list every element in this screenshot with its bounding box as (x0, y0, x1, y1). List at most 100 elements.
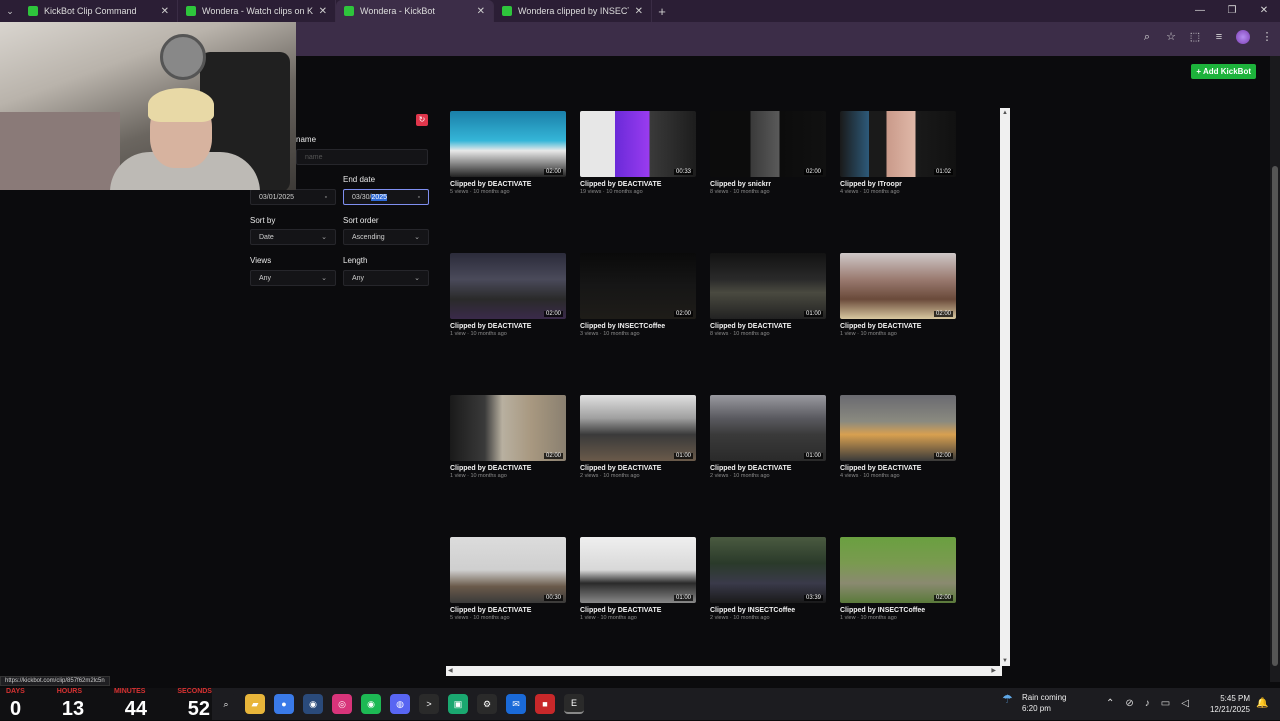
clip-title[interactable]: Clipped by DEACTIVATE (840, 323, 956, 330)
scroll-down-icon[interactable]: ▼ (1002, 658, 1008, 664)
clip-card[interactable]: 02:00 Clipped by DEACTIVATE 1 view · 10 mo… (450, 395, 566, 479)
clip-card[interactable]: 03:39 Clipped by INSECTCoffee 2 views · 10… (710, 537, 826, 621)
scroll-up-icon[interactable]: ▲ (1002, 110, 1008, 116)
extensions-icon[interactable]: ⬚ (1188, 30, 1202, 44)
file-explorer-icon[interactable]: ▰ (245, 694, 265, 714)
clip-thumbnail[interactable]: 00:33 (580, 111, 696, 177)
clip-title[interactable]: Clipped by DEACTIVATE (450, 181, 566, 188)
clip-thumbnail[interactable]: 01:00 (580, 395, 696, 461)
search-icon[interactable]: ⌕ (216, 694, 236, 714)
tab-wondera-kickbot[interactable]: Wondera - KickBot ✕ (336, 0, 494, 22)
clip-card[interactable]: 02:00 Clipped by snickrr 8 views · 10 mont… (710, 111, 826, 195)
spotify-icon[interactable]: ◉ (361, 694, 381, 714)
sort-by-select[interactable]: Date ⌄ (250, 229, 336, 245)
end-date-input[interactable]: 03/30/2025 ▫ (343, 189, 429, 205)
clip-title[interactable]: Clipped by DEACTIVATE (580, 181, 696, 188)
media-icon[interactable]: ≡ (1212, 30, 1226, 44)
clip-title[interactable]: Clipped by DEACTIVATE (840, 465, 956, 472)
chevron-up-icon[interactable]: ⌃ (1106, 698, 1114, 709)
clips-vertical-scrollbar[interactable]: ▲ ▼ (1000, 108, 1010, 666)
clip-card[interactable]: 01:00 Clipped by DEACTIVATE 2 views · 10 m… (580, 395, 696, 479)
clip-title[interactable]: Clipped by DEACTIVATE (580, 607, 696, 614)
clip-card[interactable]: 01:02 Clipped by ITroopr 4 views · 10 mont… (840, 111, 956, 195)
zoom-icon[interactable]: ⌕ (1140, 30, 1154, 44)
clip-title[interactable]: Clipped by DEACTIVATE (450, 465, 566, 472)
instagram-icon[interactable]: ◎ (332, 694, 352, 714)
start-date-input[interactable]: 03/01/2025 ▫ (250, 189, 336, 205)
clip-card[interactable]: 01:00 Clipped by DEACTIVATE 2 views · 10 m… (710, 395, 826, 479)
clip-thumbnail[interactable]: 02:00 (580, 253, 696, 319)
clip-thumbnail[interactable]: 02:00 (450, 111, 566, 177)
clip-thumbnail[interactable]: 02:00 (840, 253, 956, 319)
volume-icon[interactable]: ◁ (1181, 698, 1189, 709)
tab-kickbot-clip-command[interactable]: KickBot Clip Command ✕ (20, 0, 178, 22)
length-select[interactable]: Any ⌄ (343, 270, 429, 286)
menu-icon[interactable]: ⋮ (1260, 30, 1274, 44)
notification-bell-icon[interactable]: 🔔 (1256, 698, 1268, 709)
close-tab-icon[interactable]: ✕ (319, 6, 327, 17)
clip-thumbnail[interactable]: 02:00 (710, 111, 826, 177)
clip-card[interactable]: 00:33 Clipped by DEACTIVATE 19 views · 10 … (580, 111, 696, 195)
clip-thumbnail[interactable]: 02:00 (840, 395, 956, 461)
chrome-icon[interactable]: ● (274, 694, 294, 714)
clip-card[interactable]: 00:30 Clipped by DEACTIVATE 5 views · 10 m… (450, 537, 566, 621)
weather-widget[interactable]: ☂ Rain coming 6:20 pm (1002, 692, 1066, 714)
mic-icon[interactable]: ♪ (1145, 698, 1150, 709)
clip-thumbnail[interactable]: 00:30 (450, 537, 566, 603)
tab-wondera-clipped[interactable]: Wondera clipped by INSECTCoffee ✕ (494, 0, 652, 22)
clip-thumbnail[interactable]: 01:02 (840, 111, 956, 177)
clip-card[interactable]: 01:00 Clipped by DEACTIVATE 1 view · 10 mo… (580, 537, 696, 621)
minimize-button[interactable]: — (1184, 0, 1216, 22)
clip-thumbnail[interactable]: 01:00 (580, 537, 696, 603)
maximize-button[interactable]: ❐ (1216, 0, 1248, 22)
close-tab-icon[interactable]: ✕ (635, 6, 643, 17)
clip-title[interactable]: Clipped by DEACTIVATE (710, 323, 826, 330)
profile-icon[interactable] (1236, 30, 1250, 44)
clip-title[interactable]: Clipped by snickrr (710, 181, 826, 188)
clip-card[interactable]: 02:00 Clipped by INSECTCoffee 3 views · 10… (580, 253, 696, 337)
refresh-icon[interactable]: ↻ (416, 114, 428, 126)
star-icon[interactable]: ☆ (1164, 30, 1178, 44)
clip-title[interactable]: Clipped by DEACTIVATE (450, 323, 566, 330)
add-kickbot-button[interactable]: + Add KickBot (1191, 64, 1256, 79)
clip-title[interactable]: Clipped by DEACTIVATE (710, 465, 826, 472)
terminal-icon[interactable]: > (419, 694, 439, 714)
settings-icon[interactable]: ⚙ (477, 694, 497, 714)
clip-card[interactable]: 02:00 Clipped by DEACTIVATE 4 views · 10 m… (840, 395, 956, 479)
discord-icon[interactable]: ◍ (390, 694, 410, 714)
app-green-icon[interactable]: ▣ (448, 694, 468, 714)
clip-card[interactable]: 02:00 Clipped by DEACTIVATE 1 view · 10 mo… (840, 253, 956, 337)
steam-icon[interactable]: ◉ (303, 694, 323, 714)
tab-search-icon[interactable]: ⌄ (0, 0, 20, 22)
close-tab-icon[interactable]: ✕ (161, 6, 169, 17)
views-select[interactable]: Any ⌄ (250, 270, 336, 286)
clip-thumbnail[interactable]: 03:39 (710, 537, 826, 603)
clip-thumbnail[interactable]: 02:00 (450, 395, 566, 461)
clip-card[interactable]: 02:00 Clipped by DEACTIVATE 1 view · 10 mo… (450, 253, 566, 337)
clip-title[interactable]: Clipped by DEACTIVATE (450, 607, 566, 614)
mute-icon[interactable]: ⊘ (1125, 698, 1133, 709)
epic-games-icon[interactable]: E (564, 694, 584, 714)
clip-title[interactable]: Clipped by INSECTCoffee (710, 607, 826, 614)
clip-thumbnail[interactable]: 01:00 (710, 253, 826, 319)
clip-title[interactable]: Clipped by DEACTIVATE (580, 465, 696, 472)
close-window-button[interactable]: ✕ (1248, 0, 1280, 22)
clip-thumbnail[interactable]: 02:00 (450, 253, 566, 319)
clips-horizontal-scrollbar[interactable]: ◀ ▶ (446, 666, 1002, 676)
scroll-right-icon[interactable]: ▶ (991, 667, 996, 674)
clip-title[interactable]: Clipped by ITroopr (840, 181, 956, 188)
clip-title[interactable]: Clipped by INSECTCoffee (840, 607, 956, 614)
clip-thumbnail[interactable]: 01:00 (710, 395, 826, 461)
sort-order-select[interactable]: Ascending ⌄ (343, 229, 429, 245)
close-tab-icon[interactable]: ✕ (477, 6, 485, 17)
page-scrollbar-thumb[interactable] (1272, 166, 1278, 666)
app-red-icon[interactable]: ■ (535, 694, 555, 714)
clip-card[interactable]: 02:00 Clipped by DEACTIVATE 5 views · 10 m… (450, 111, 566, 195)
name-input[interactable]: name (296, 149, 428, 165)
clip-thumbnail[interactable]: 02:00 (840, 537, 956, 603)
new-tab-button[interactable]: + (652, 4, 672, 19)
page-scrollbar[interactable] (1270, 56, 1280, 682)
clip-card[interactable]: 02:00 Clipped by INSECTCoffee 1 view · 10 … (840, 537, 956, 621)
network-icon[interactable]: ▭ (1161, 698, 1170, 709)
clip-title[interactable]: Clipped by INSECTCoffee (580, 323, 696, 330)
